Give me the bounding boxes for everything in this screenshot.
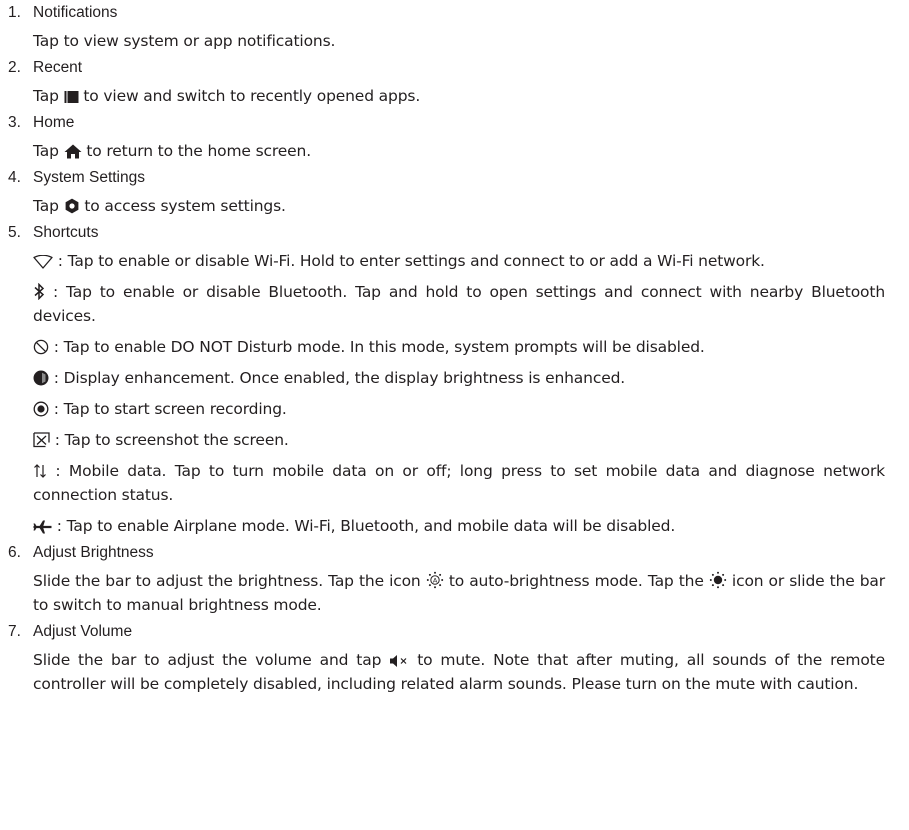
list-item-adjust-brightness: 6. Adjust Brightness Slide the bar to ad… bbox=[0, 543, 885, 617]
shortcut-display-enhancement: : Display enhancement. Once enabled, the… bbox=[33, 366, 885, 390]
item-description: Slide the bar to adjust the brightness. … bbox=[33, 569, 885, 617]
item-number: 6. bbox=[8, 544, 21, 561]
auto-brightness-icon: A bbox=[426, 571, 444, 589]
shortcut-text: : Mobile data. Tap to turn mobile data o… bbox=[33, 462, 885, 504]
text-part: to view and switch to recently opened ap… bbox=[78, 87, 421, 105]
list-item-home: 3. Home Tap to return to the home screen… bbox=[0, 113, 885, 163]
shortcut-text: : Tap to start screen recording. bbox=[49, 400, 287, 418]
manual-brightness-icon bbox=[709, 571, 727, 589]
item-title: Adjust Volume bbox=[33, 623, 133, 640]
display-enhancement-icon bbox=[33, 370, 49, 386]
document: 1. Notifications Tap to view system or a… bbox=[0, 3, 909, 696]
text-part: Tap bbox=[33, 197, 64, 215]
screen-record-icon bbox=[33, 401, 49, 417]
shortcut-text: : Tap to screenshot the screen. bbox=[50, 431, 289, 449]
list-item-system-settings: 4. System Settings Tap to access system … bbox=[0, 168, 885, 218]
shortcut-screen-recording: : Tap to start screen recording. bbox=[33, 397, 885, 421]
list-item-shortcuts: 5. Shortcuts : Tap to enable or disable … bbox=[0, 223, 885, 538]
shortcut-text: : Tap to enable Airplane mode. Wi-Fi, Bl… bbox=[52, 517, 676, 535]
item-number: 4. bbox=[8, 169, 21, 186]
text-part: Slide the bar to adjust the brightness. … bbox=[33, 572, 426, 590]
home-icon bbox=[64, 144, 82, 159]
text-part: Tap bbox=[33, 142, 64, 160]
shortcut-text: : Tap to enable DO NOT Disturb mode. In … bbox=[49, 338, 705, 356]
item-title: Recent bbox=[33, 59, 83, 76]
text-part: to auto-brightness mode. Tap the bbox=[443, 572, 709, 590]
item-description: Tap to view system or app notifications. bbox=[33, 32, 336, 50]
settings-gear-icon bbox=[64, 198, 80, 214]
shortcut-airplane-mode: : Tap to enable Airplane mode. Wi-Fi, Bl… bbox=[33, 514, 885, 538]
item-description: Slide the bar to adjust the volume and t… bbox=[33, 648, 885, 696]
shortcut-text: : Tap to enable or disable Bluetooth. Ta… bbox=[33, 283, 885, 325]
shortcut-do-not-disturb: : Tap to enable DO NOT Disturb mode. In … bbox=[33, 335, 885, 359]
shortcut-mobile-data: : Mobile data. Tap to turn mobile data o… bbox=[33, 459, 885, 507]
wifi-icon bbox=[33, 255, 53, 269]
list-item-recent: 2. Recent Tap to view and switch to rece… bbox=[0, 58, 885, 108]
shortcut-text: : Display enhancement. Once enabled, the… bbox=[49, 369, 626, 387]
shortcut-wifi: : Tap to enable or disable Wi-Fi. Hold t… bbox=[33, 249, 885, 273]
item-title: Adjust Brightness bbox=[33, 544, 154, 561]
item-description: Tap to view and switch to recently opene… bbox=[33, 84, 885, 108]
do-not-disturb-icon bbox=[33, 339, 49, 355]
mobile-data-icon bbox=[33, 463, 47, 479]
item-title: Home bbox=[33, 114, 75, 131]
screenshot-icon bbox=[33, 432, 50, 448]
bluetooth-icon bbox=[33, 283, 45, 300]
item-description: Tap to access system settings. bbox=[33, 194, 885, 218]
item-number: 2. bbox=[8, 59, 21, 76]
text-part: Slide the bar to adjust the volume and t… bbox=[33, 651, 390, 669]
item-title: Notifications bbox=[33, 4, 118, 21]
shortcut-text: : Tap to enable or disable Wi-Fi. Hold t… bbox=[53, 252, 765, 270]
item-number: 3. bbox=[8, 114, 21, 131]
recent-apps-icon bbox=[64, 90, 79, 104]
list-item-adjust-volume: 7. Adjust Volume Slide the bar to adjust… bbox=[0, 622, 885, 696]
text-part: to return to the home screen. bbox=[81, 142, 311, 160]
text-part: Tap bbox=[33, 87, 64, 105]
mute-icon bbox=[389, 654, 409, 668]
item-number: 7. bbox=[8, 623, 21, 640]
item-description: Tap to return to the home screen. bbox=[33, 139, 885, 163]
item-number: 1. bbox=[8, 4, 21, 21]
shortcut-bluetooth: : Tap to enable or disable Bluetooth. Ta… bbox=[33, 280, 885, 328]
item-title: Shortcuts bbox=[33, 224, 99, 241]
text-part: to access system settings. bbox=[79, 197, 286, 215]
svg-text:A: A bbox=[433, 576, 438, 584]
item-number: 5. bbox=[8, 224, 21, 241]
shortcut-screenshot: : Tap to screenshot the screen. bbox=[33, 428, 885, 452]
list-item-notifications: 1. Notifications Tap to view system or a… bbox=[0, 3, 885, 53]
airplane-mode-icon bbox=[33, 520, 52, 534]
item-title: System Settings bbox=[33, 169, 145, 186]
